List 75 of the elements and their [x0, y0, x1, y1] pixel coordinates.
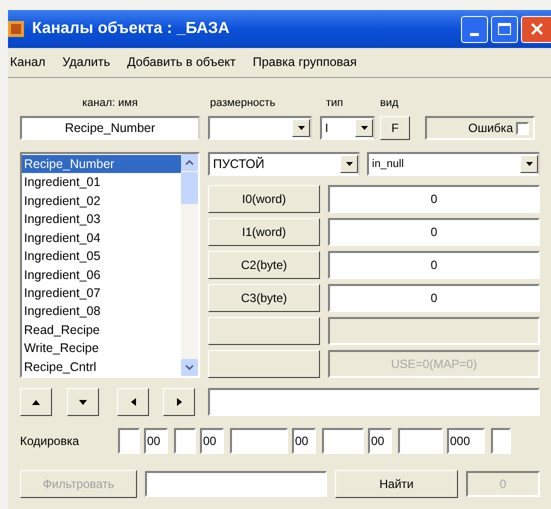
move-up-button[interactable] [20, 388, 52, 416]
menu-item[interactable]: Канал [10, 53, 46, 72]
find-button[interactable]: Найти [335, 470, 458, 498]
view-button[interactable]: F [380, 116, 410, 140]
register-button[interactable]: I0(word) [208, 185, 320, 213]
name-field[interactable]: Recipe_Number [20, 116, 200, 140]
down-triangle-icon [79, 400, 87, 404]
caret-icon [298, 126, 304, 130]
encoding-field[interactable]: 00 [200, 428, 224, 454]
encoding-field[interactable] [491, 428, 511, 454]
move-right-button[interactable] [163, 388, 195, 416]
channel-item[interactable]: Ingredient_08 [22, 302, 181, 321]
channel-item[interactable]: Ingredient_04 [22, 228, 181, 248]
menu-item[interactable]: Добавить в объект [127, 53, 236, 72]
type-header: тип [326, 96, 344, 111]
register-value-field[interactable]: 0 [328, 218, 540, 246]
filter-field[interactable] [145, 471, 327, 497]
up-triangle-icon [32, 400, 40, 404]
comment-field[interactable] [208, 388, 540, 416]
move-left-button[interactable] [117, 388, 149, 416]
view-header: вид [380, 96, 398, 111]
register-value-field[interactable]: 0 [328, 251, 540, 279]
encoding-field[interactable] [322, 428, 364, 454]
channel-item[interactable]: Recipe_Cntrl [22, 358, 181, 376]
register-button[interactable]: C3(byte) [208, 284, 320, 312]
right-triangle-icon [176, 398, 182, 406]
menu-item[interactable]: Удалить [62, 53, 110, 72]
caret-icon [360, 126, 368, 130]
register-value-field[interactable]: 0 [328, 284, 540, 312]
minimize-button[interactable] [461, 16, 488, 42]
app-icon [8, 19, 26, 39]
maximize-button[interactable] [491, 16, 518, 42]
move-down-button[interactable] [67, 388, 99, 416]
encoding-field[interactable] [174, 428, 196, 454]
error-label: Ошибка [468, 120, 513, 137]
source-combo[interactable]: ПУСТОЙ [208, 152, 360, 176]
encoding-field[interactable] [118, 428, 140, 454]
close-icon [530, 22, 544, 36]
channel-item[interactable]: Ingredient_01 [22, 173, 181, 192]
register-button[interactable]: I1(word) [208, 218, 320, 246]
scroll-thumb[interactable] [181, 172, 198, 204]
window-title: Каналы объекта : _БАЗА [32, 19, 230, 39]
channel-list[interactable]: Recipe_Number Ingredient_01 Ingredient_02 Ingredient_03 Ingredient_04 Ingredient_05 Ingredient_06 Ingredient_07 Ingredient_08 Read_Recipe Write_Recipe Recipe_Cntrl [20, 152, 200, 378]
channel-item[interactable]: Ingredient_02 [22, 192, 181, 210]
encoding-field[interactable]: 000 [447, 428, 485, 454]
channel-item[interactable]: Ingredient_07 [22, 284, 181, 302]
caret-icon [346, 162, 352, 166]
channel-item[interactable]: Ingredient_05 [22, 247, 181, 266]
encoding-field[interactable] [398, 428, 443, 454]
encoding-field[interactable]: 00 [144, 428, 168, 454]
encoding-field[interactable]: 00 [292, 428, 316, 454]
channel-item[interactable]: Recipe_Number [22, 155, 181, 174]
register-value-field[interactable]: 0 [328, 185, 540, 213]
signal-combo[interactable]: in_null [367, 152, 540, 176]
name-header: канал: имя [81, 96, 139, 111]
register-button[interactable] [208, 350, 320, 378]
encoding-field[interactable] [230, 428, 288, 454]
register-button[interactable]: C2(byte) [208, 251, 320, 279]
channel-item[interactable]: Read_Recipe [22, 320, 181, 340]
type-combo[interactable]: I [320, 116, 375, 140]
dimension-header: размерность [210, 96, 276, 111]
channel-item[interactable]: Ingredient_03 [22, 210, 181, 229]
left-triangle-icon [130, 398, 136, 406]
count-field: 0 [466, 471, 540, 497]
encoding-label: Кодировка [20, 433, 80, 450]
channel-item[interactable]: Write_Recipe [22, 339, 181, 358]
caret-icon [526, 162, 532, 166]
error-checkbox[interactable] [516, 122, 529, 134]
encoding-field[interactable]: 00 [368, 428, 392, 454]
menu-item[interactable]: Правка групповая [252, 53, 357, 72]
dimension-combo[interactable] [208, 116, 312, 140]
channel-item[interactable]: Ingredient_06 [22, 266, 181, 284]
close-button[interactable] [521, 16, 551, 42]
scrollbar[interactable] [181, 154, 198, 376]
register-button[interactable] [208, 317, 320, 345]
